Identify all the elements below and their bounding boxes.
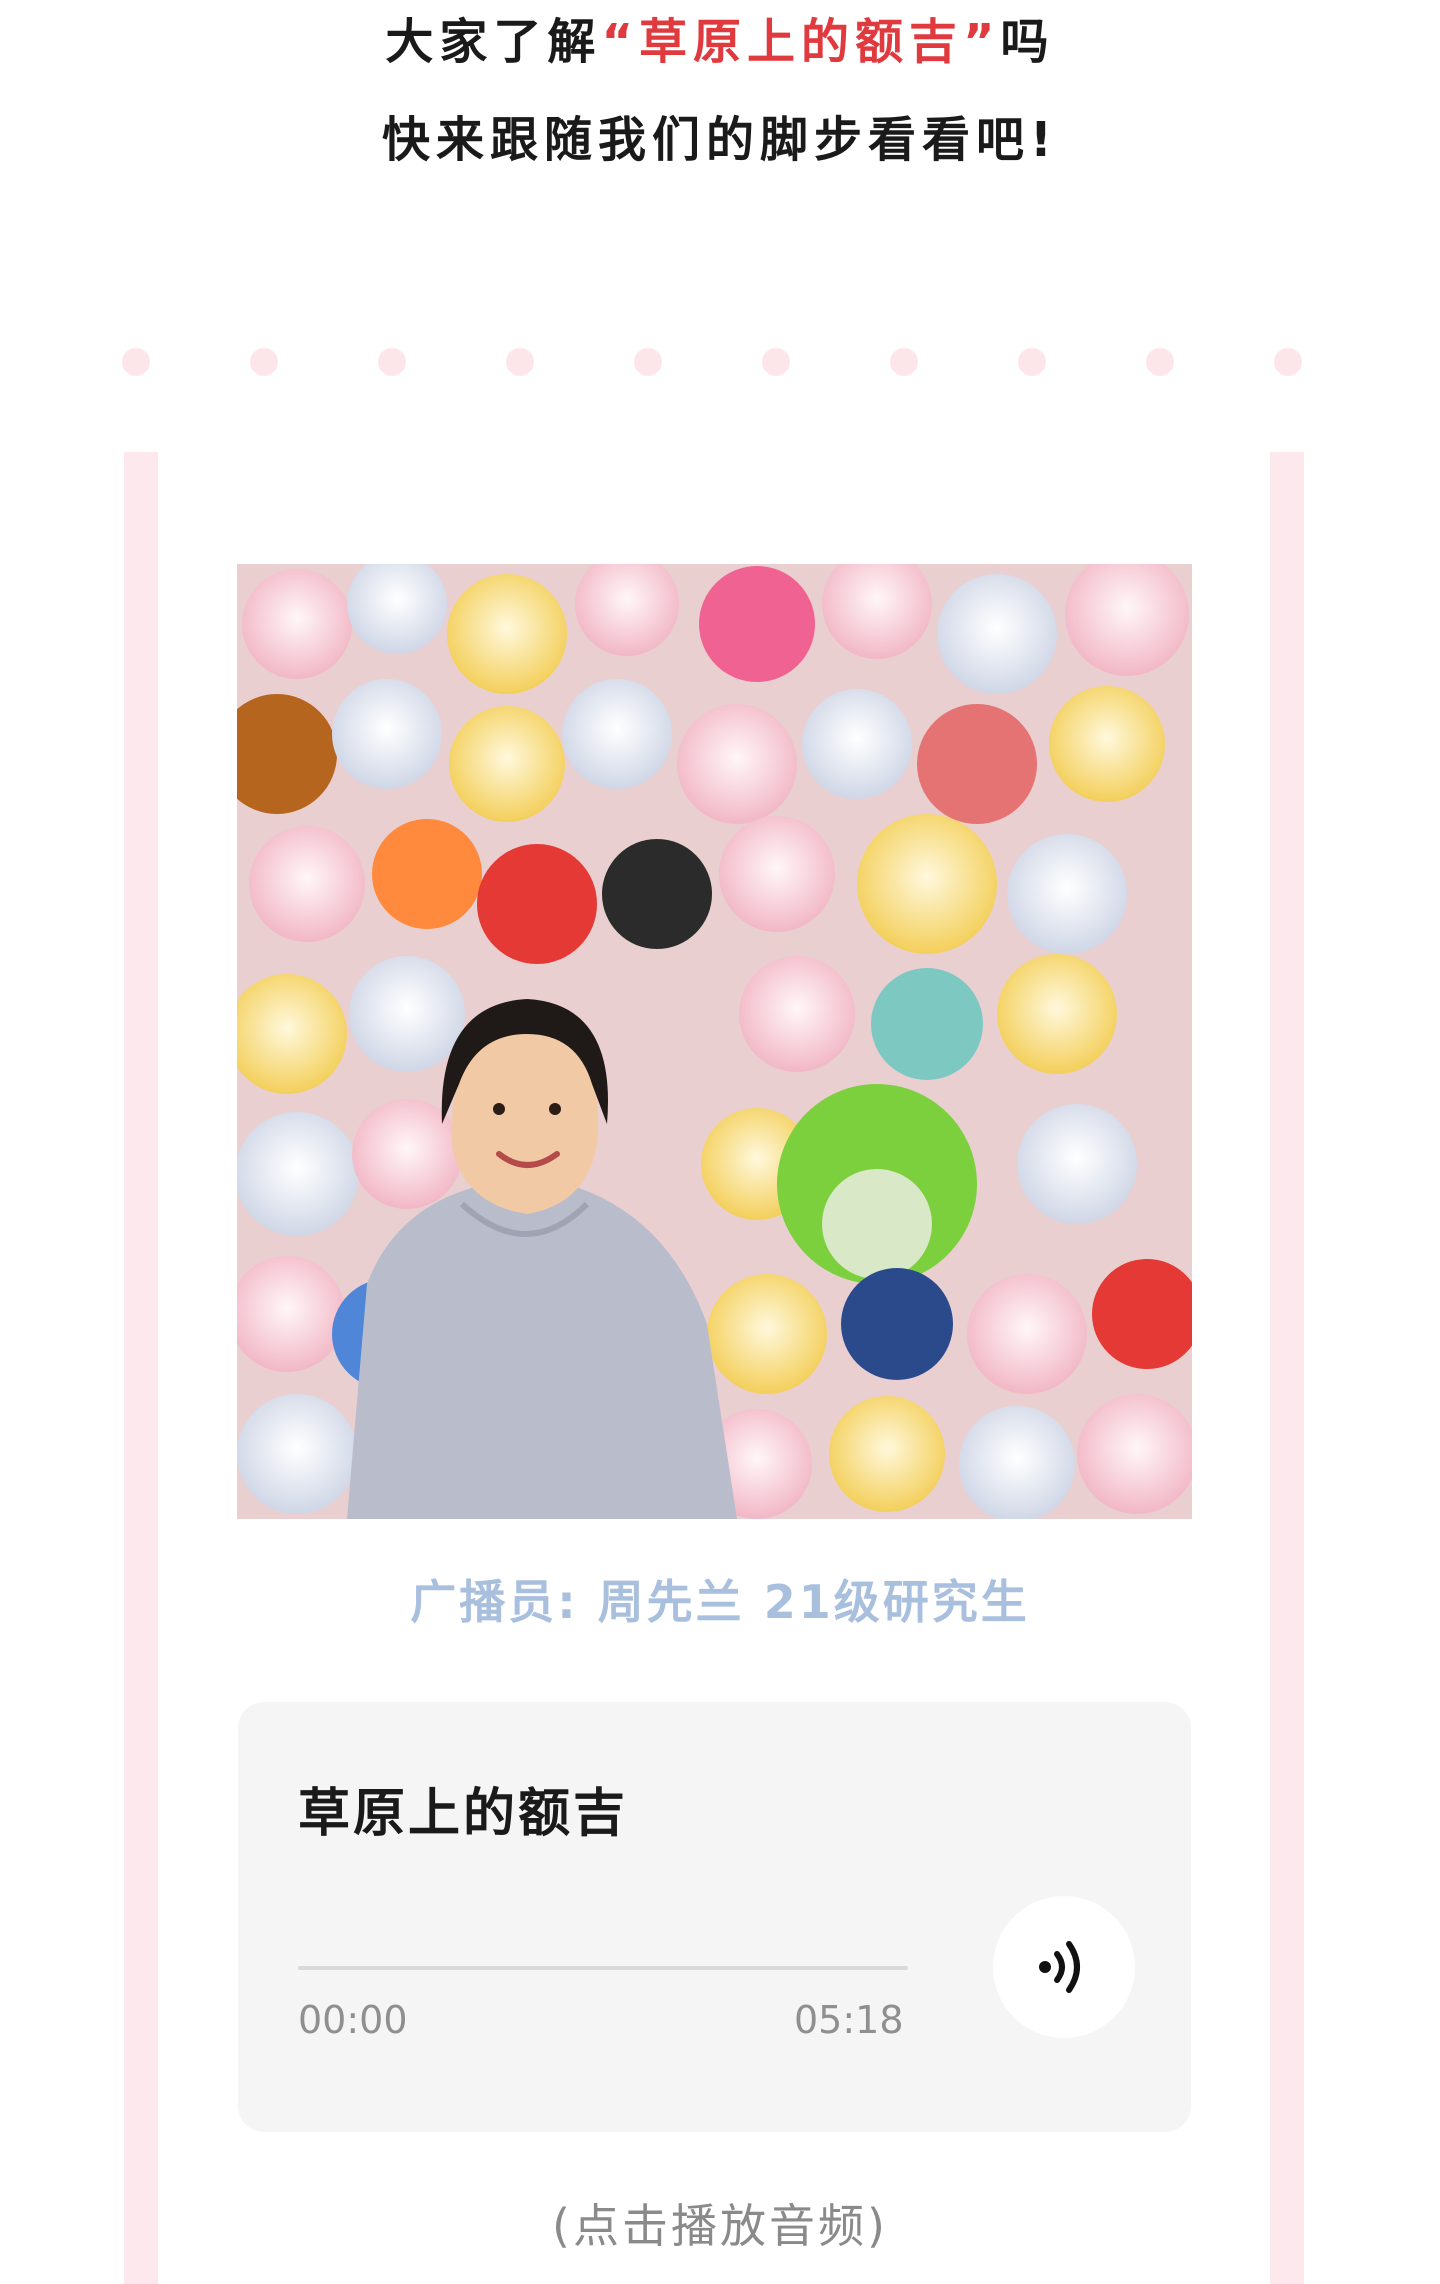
audio-title: 草原上的额吉 (298, 1784, 629, 1844)
decorative-dot (378, 348, 406, 376)
audio-current-time: 00:00 (298, 1998, 408, 2042)
decorative-dot (762, 348, 790, 376)
decorative-dot (122, 348, 150, 376)
decorative-dot-row (0, 348, 1440, 378)
decorative-dot (1146, 348, 1174, 376)
decorative-dot (890, 348, 918, 376)
audio-total-time: 05:18 (794, 1998, 904, 2042)
intro-line-1-prefix: 大家了解 (385, 14, 602, 70)
audio-play-button[interactable] (993, 1896, 1135, 2038)
audio-wave-icon (1039, 1941, 1080, 1993)
decorative-dot (1018, 348, 1046, 376)
intro-line-2: 快来跟随我们的脚步看看吧! (382, 112, 1058, 168)
left-decor-band (124, 452, 158, 2284)
broadcaster-photo (237, 564, 1192, 1519)
decorative-dot (250, 348, 278, 376)
play-hint: (点击播放音频) (552, 2199, 888, 2253)
broadcaster-caption: 广播员: 周先兰 21级研究生 (410, 1575, 1030, 1629)
right-decor-band (1270, 452, 1304, 2284)
decorative-dot (506, 348, 534, 376)
intro-line-1: 大家了解“草原上的额吉”吗 (0, 12, 1440, 72)
decorative-dot (1274, 348, 1302, 376)
intro-line-1-highlight: “草原上的额吉” (601, 14, 1001, 70)
photo-illustration (237, 564, 1192, 1519)
intro-line-1-suffix: 吗 (1000, 14, 1055, 70)
audio-progress-bar[interactable] (298, 1966, 908, 1970)
audio-player[interactable]: 草原上的额吉 00:00 05:18 (238, 1702, 1191, 2132)
decorative-dot (634, 348, 662, 376)
